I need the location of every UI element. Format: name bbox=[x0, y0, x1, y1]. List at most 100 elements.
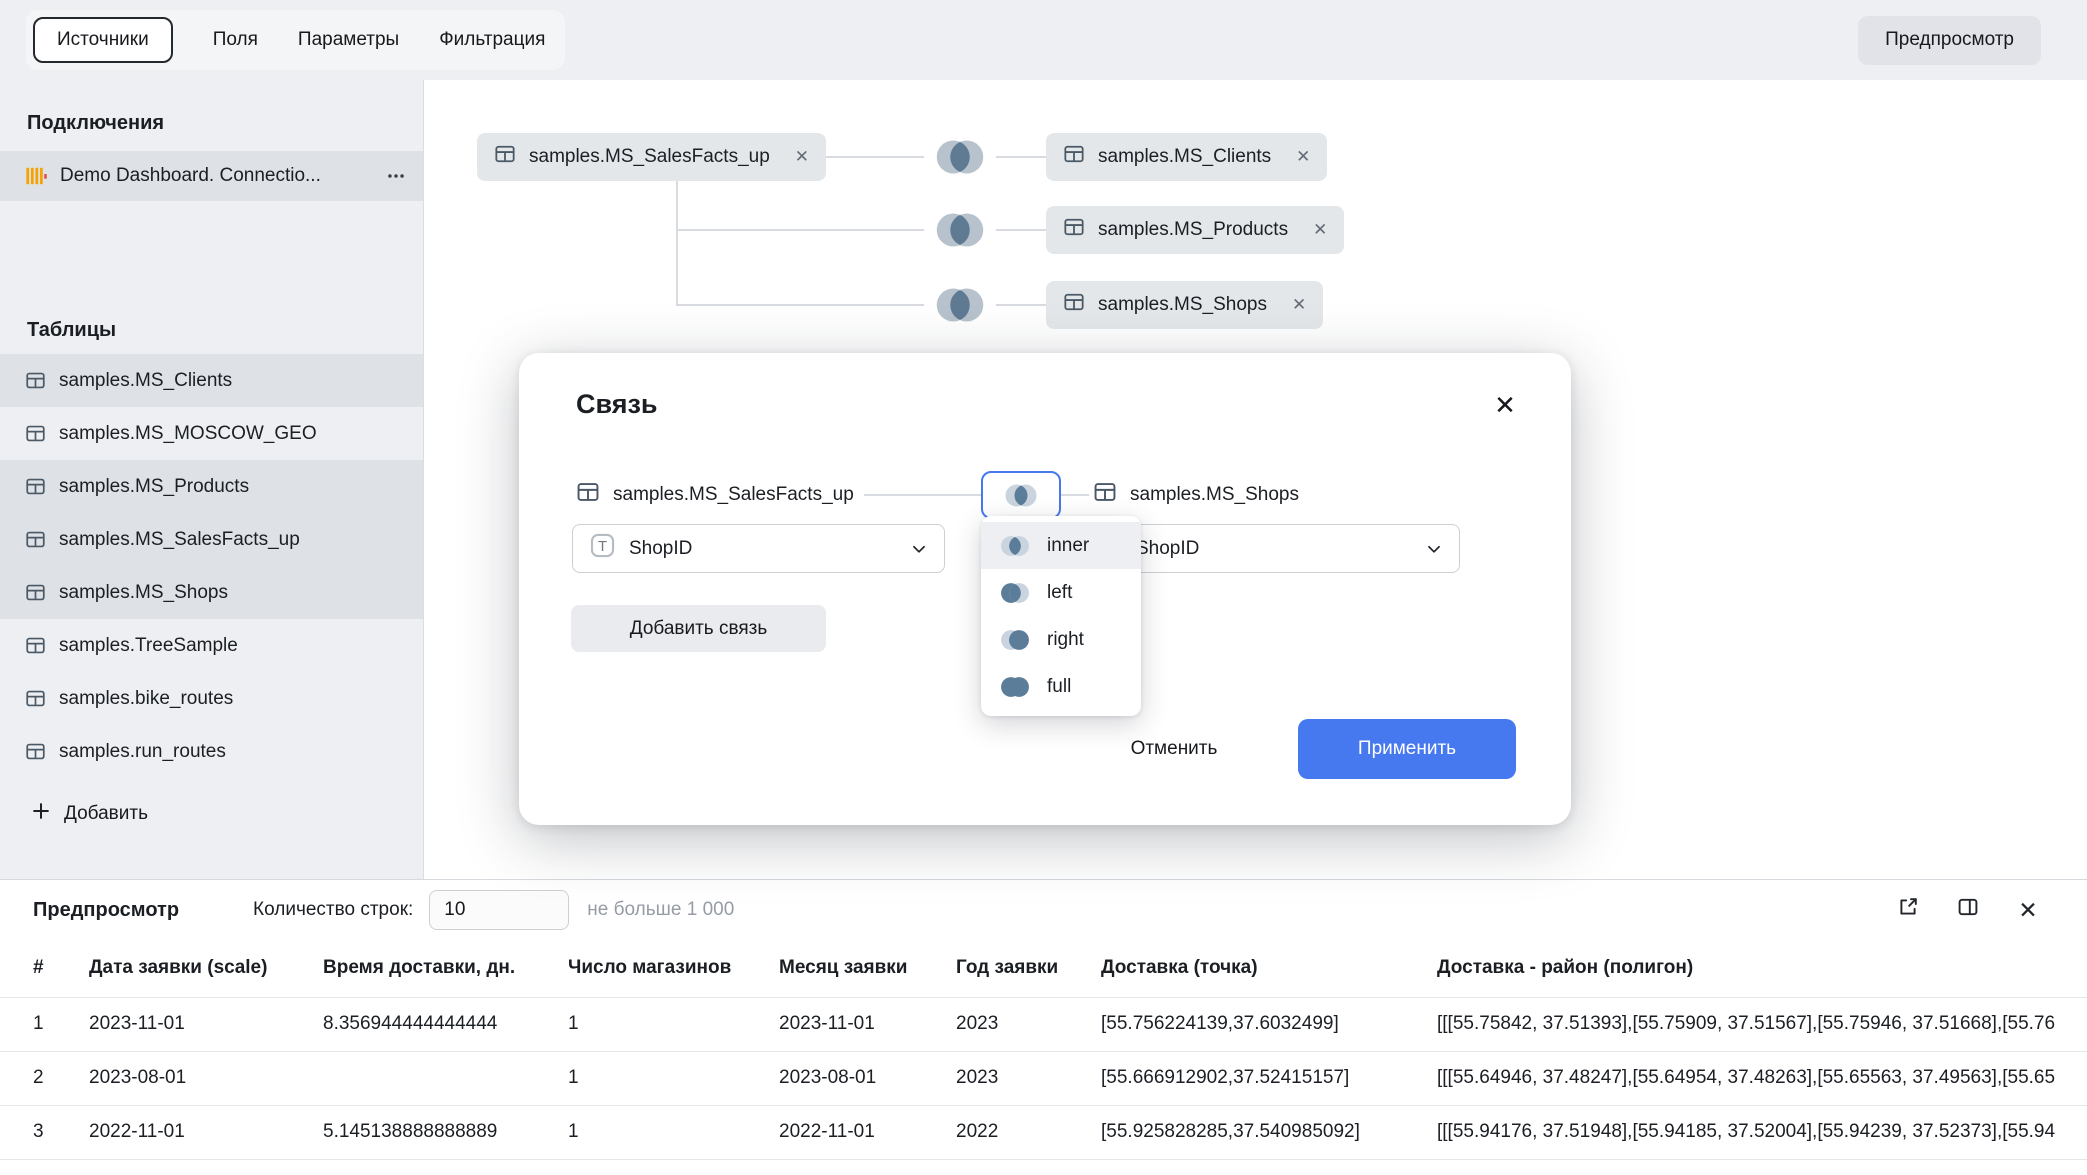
join-icon-inner[interactable] bbox=[924, 133, 996, 181]
split-view-button[interactable] bbox=[1949, 891, 1987, 929]
table-name: samples.TreeSample bbox=[59, 635, 238, 657]
table-cell: [55.756224139,37.6032499] bbox=[1068, 997, 1404, 1051]
sidebar-table-item[interactable]: samples.run_routes bbox=[0, 725, 423, 778]
string-type-icon: T bbox=[589, 532, 616, 565]
canvas-table-node[interactable]: samples.MS_Shops ✕ bbox=[1046, 281, 1323, 329]
tab-fields[interactable]: Поля bbox=[213, 29, 258, 51]
sidebar-table-item[interactable]: samples.bike_routes bbox=[0, 672, 423, 725]
preview-header: Предпросмотр Количество строк: не больше… bbox=[0, 880, 2087, 940]
sidebar-table-item[interactable]: samples.TreeSample bbox=[0, 619, 423, 672]
sidebar-table-item[interactable]: samples.MS_Products bbox=[0, 460, 423, 513]
table-name: samples.MS_Products bbox=[1098, 219, 1288, 241]
join-option-label: right bbox=[1047, 629, 1084, 651]
join-option-inner[interactable]: inner bbox=[981, 522, 1141, 569]
connections-section-title: Подключения bbox=[0, 112, 423, 135]
join-icon-inner[interactable] bbox=[924, 206, 996, 254]
relation-left-table: samples.MS_SalesFacts_up bbox=[576, 471, 854, 519]
table-cell: 2023 bbox=[923, 1051, 1068, 1105]
chevron-down-icon bbox=[910, 540, 928, 558]
column-header: Месяц заявки bbox=[746, 940, 923, 997]
join-option-label: full bbox=[1047, 676, 1071, 698]
ellipsis-menu-icon[interactable] bbox=[385, 165, 407, 187]
remove-table-icon[interactable]: ✕ bbox=[795, 147, 809, 167]
remove-table-icon[interactable]: ✕ bbox=[1313, 220, 1327, 240]
table-cell: 8.356944444444444 bbox=[290, 997, 535, 1051]
modal-title: Связь bbox=[576, 389, 658, 420]
left-join-icon bbox=[997, 581, 1033, 605]
connection-icon bbox=[25, 165, 47, 187]
canvas-table-node[interactable]: samples.MS_SalesFacts_up ✕ bbox=[477, 133, 826, 181]
connection-item[interactable]: Demo Dashboard. Connectio... bbox=[0, 151, 423, 201]
table-name: samples.MS_Shops bbox=[1098, 294, 1267, 316]
close-preview-button[interactable]: ✕ bbox=[2009, 891, 2047, 929]
apply-button[interactable]: Применить bbox=[1298, 719, 1516, 779]
table-cell: [[[55.94176, 37.51948],[55.94185, 37.520… bbox=[1404, 1105, 2087, 1159]
table-cell: 2023-11-01 bbox=[56, 997, 290, 1051]
sidebar-table-item[interactable]: samples.MS_MOSCOW_GEO bbox=[0, 407, 423, 460]
table-cell bbox=[290, 1051, 535, 1105]
preview-table: #Дата заявки (scale)Время доставки, дн.Ч… bbox=[0, 940, 2087, 1160]
table-name: samples.MS_Clients bbox=[59, 370, 232, 392]
join-option-full[interactable]: full bbox=[981, 663, 1141, 710]
join-type-dropdown: inner left right full bbox=[981, 516, 1141, 716]
add-table-label: Добавить bbox=[64, 803, 148, 825]
table-cell: 1 bbox=[535, 1105, 746, 1159]
relation-right-table: samples.MS_Shops bbox=[1093, 471, 1299, 519]
tables-section-title: Таблицы bbox=[0, 319, 423, 342]
close-icon: ✕ bbox=[2018, 897, 2037, 924]
plus-icon bbox=[31, 801, 51, 827]
table-cell: 3 bbox=[0, 1105, 56, 1159]
add-relation-button[interactable]: Добавить связь bbox=[571, 605, 826, 652]
canvas-table-node[interactable]: samples.MS_Products ✕ bbox=[1046, 206, 1344, 254]
table-icon bbox=[25, 688, 46, 709]
joins-canvas: samples.MS_SalesFacts_up ✕ samples.MS_Cl… bbox=[424, 80, 2087, 879]
table-header-row: #Дата заявки (scale)Время доставки, дн.Ч… bbox=[0, 940, 2087, 997]
table-icon bbox=[25, 370, 46, 391]
join-option-right[interactable]: right bbox=[981, 616, 1141, 663]
modal-close-button[interactable]: ✕ bbox=[1483, 383, 1527, 427]
column-header: Число магазинов bbox=[535, 940, 746, 997]
close-icon: ✕ bbox=[1494, 390, 1516, 420]
join-type-selector[interactable] bbox=[981, 471, 1061, 519]
join-icon-inner[interactable] bbox=[924, 281, 996, 329]
expand-preview-button[interactable] bbox=[1889, 891, 1927, 929]
inner-join-icon bbox=[997, 534, 1033, 558]
column-header: Доставка - район (полигон) bbox=[1404, 940, 2087, 997]
table-cell: 2022-11-01 bbox=[56, 1105, 290, 1159]
table-icon bbox=[25, 635, 46, 656]
table-cell: [[[55.64946, 37.48247],[55.64954, 37.482… bbox=[1404, 1051, 2087, 1105]
remove-table-icon[interactable]: ✕ bbox=[1296, 147, 1310, 167]
preview-toggle-button[interactable]: Предпросмотр bbox=[1858, 16, 2041, 65]
table-name: samples.bike_routes bbox=[59, 688, 233, 710]
column-header: Время доставки, дн. bbox=[290, 940, 535, 997]
select-value: ShopID bbox=[1136, 538, 1199, 560]
tab-parameters[interactable]: Параметры bbox=[298, 29, 399, 51]
cancel-button[interactable]: Отменить bbox=[1094, 719, 1254, 779]
sidebar-table-item[interactable]: samples.MS_SalesFacts_up bbox=[0, 513, 423, 566]
row-count-input[interactable] bbox=[429, 890, 569, 930]
add-table-button[interactable]: Добавить bbox=[25, 800, 154, 828]
table-name: samples.MS_MOSCOW_GEO bbox=[59, 423, 317, 445]
table-icon bbox=[1093, 480, 1117, 510]
preview-panel: Предпросмотр Количество строк: не больше… bbox=[0, 879, 2087, 1175]
connector-line bbox=[676, 181, 678, 306]
tab-filtering[interactable]: Фильтрация bbox=[439, 29, 545, 51]
topbar-tabs: Источники Поля Параметры Фильтрация bbox=[26, 10, 565, 70]
remove-table-icon[interactable]: ✕ bbox=[1292, 295, 1306, 315]
table-icon bbox=[25, 529, 46, 550]
sidebar-table-item[interactable]: samples.MS_Clients bbox=[0, 354, 423, 407]
left-field-select[interactable]: T ShopID bbox=[572, 524, 945, 573]
table-row: 32022-11-015.14513888888888912022-11-012… bbox=[0, 1105, 2087, 1159]
table-row: 22023-08-0112023-08-012023[55.666912902,… bbox=[0, 1051, 2087, 1105]
join-option-left[interactable]: left bbox=[981, 569, 1141, 616]
table-icon bbox=[25, 476, 46, 497]
canvas-table-node[interactable]: samples.MS_Clients✕ bbox=[1046, 133, 1327, 181]
tab-sources[interactable]: Источники bbox=[33, 17, 173, 63]
select-value: ShopID bbox=[629, 538, 692, 560]
table-name: samples.MS_SalesFacts_up bbox=[613, 484, 854, 506]
table-name: samples.MS_Shops bbox=[59, 582, 228, 604]
relation-modal: Связь ✕ samples.MS_SalesFacts_up samples… bbox=[519, 353, 1571, 825]
table-icon bbox=[25, 741, 46, 762]
sidebar-table-item[interactable]: samples.MS_Shops bbox=[0, 566, 423, 619]
side-panel-icon bbox=[1956, 895, 1980, 925]
